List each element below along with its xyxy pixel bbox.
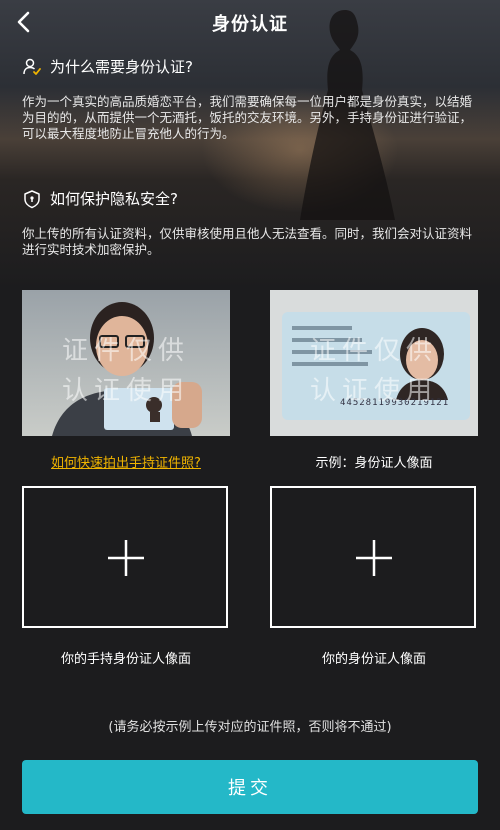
- why-heading-text: 为什么需要身份认证?: [50, 58, 193, 76]
- plus-icon: [108, 540, 144, 576]
- upload-handheld-photo-button[interactable]: [22, 486, 228, 628]
- watermark-line-1: 证件仅供: [61, 336, 190, 366]
- handheld-upload-label: 你的手持身份证人像面: [60, 652, 191, 667]
- id-card-sample-image: 44528119930219121 证件仅供 认证使用: [270, 290, 478, 436]
- privacy-section-heading: 如何保护隐私安全?: [22, 188, 178, 209]
- top-bar: 身份认证: [0, 0, 500, 44]
- why-section-heading: 为什么需要身份认证?: [22, 56, 193, 77]
- page-title: 身份认证: [212, 14, 288, 35]
- upload-id-photo-button[interactable]: [270, 486, 476, 628]
- handheld-sample-image: 证件仅供 认证使用: [22, 290, 230, 436]
- watermark-line-1: 证件仅供: [309, 336, 438, 366]
- id-sample-caption: 示例：身份证人像面: [315, 456, 433, 471]
- plus-icon: [356, 540, 392, 576]
- shield-icon: [24, 189, 40, 208]
- why-description: 作为一个真实的高品质婚恋平台，我们需要确保每一位用户都是身份真实，以结婚为目的的…: [22, 94, 473, 141]
- handheld-photo-help-link[interactable]: 如何快速拍出手持证件照?: [22, 452, 230, 471]
- upload-requirement-note: (请务必按示例上传对应的证件照，否则将不通过): [108, 720, 392, 735]
- watermark-line-2: 认证使用: [61, 376, 190, 406]
- privacy-description: 你上传的所有认证资料，仅供审核使用且他人无法查看。同时，我们会对认证资料进行实时…: [22, 226, 473, 257]
- privacy-heading-text: 如何保护隐私安全?: [50, 190, 178, 208]
- id-upload-label: 你的身份证人像面: [321, 652, 426, 667]
- submit-button[interactable]: 提交: [22, 760, 478, 814]
- user-check-icon: [23, 58, 41, 75]
- watermark-line-2: 认证使用: [309, 376, 438, 406]
